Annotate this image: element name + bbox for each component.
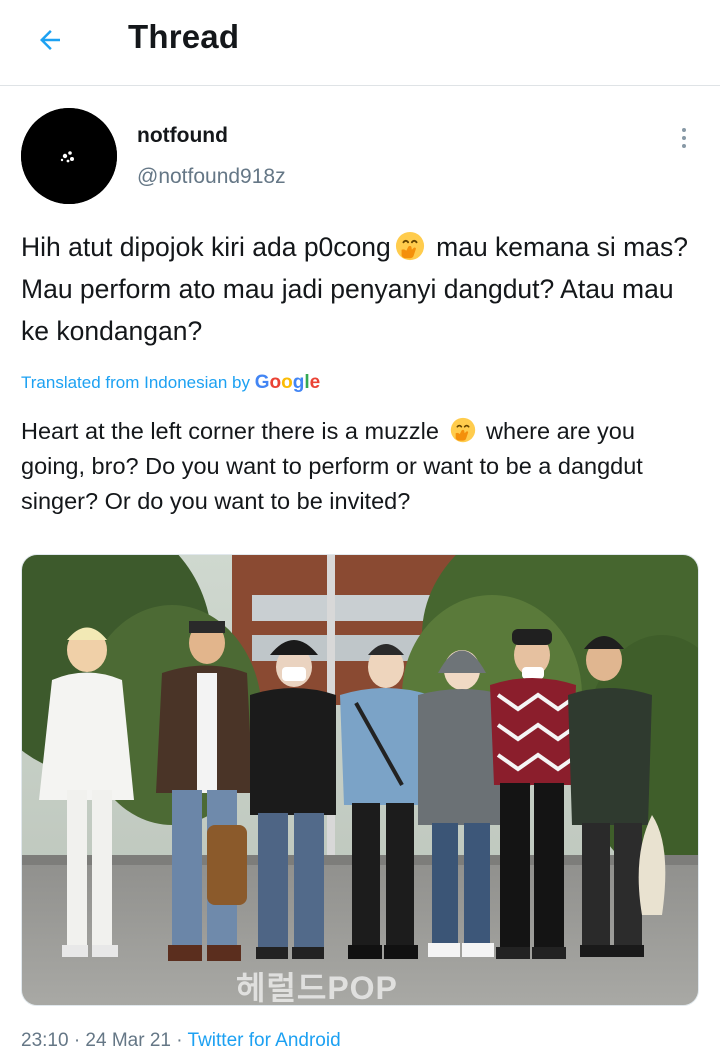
vertical-dots-icon (682, 128, 686, 132)
hand-over-mouth-emoji-icon (450, 417, 475, 443)
tweet-text: Hih atut dipojok kiri ada p0cong mau kem… (21, 226, 701, 352)
more-options-button[interactable] (668, 120, 700, 156)
tweet-source-link[interactable]: Twitter for Android (188, 1030, 341, 1046)
hand-over-mouth-emoji-icon (395, 231, 424, 261)
arrow-left-icon (40, 30, 60, 50)
tweet-meta: 23:10 · 24 Mar 21 · Twitter for Android (21, 1030, 341, 1046)
top-bar: Thread (0, 0, 720, 86)
page-title: Thread (128, 18, 240, 55)
back-button[interactable] (30, 20, 70, 60)
tweet-timestamp: 23:10 · 24 Mar 21 · (21, 1030, 188, 1046)
group-photo-illustration (22, 555, 698, 1005)
author-display-name[interactable]: notfound (137, 124, 228, 148)
tweet-text-part-1: Hih atut dipojok kiri ada p0cong (21, 232, 391, 262)
author-handle[interactable]: @notfound918z (137, 165, 286, 189)
avatar-logo-icon (21, 108, 117, 204)
translated-text-part-1: Heart at the left corner there is a muzz… (21, 418, 446, 444)
google-logo: Google (254, 372, 321, 393)
photo-watermark: 헤럴드POP (236, 970, 398, 1006)
avatar[interactable] (21, 108, 117, 204)
translated-text: Heart at the left corner there is a muzz… (21, 414, 701, 519)
translation-label: Translated from Indonesian by (21, 373, 255, 392)
translation-attribution: Translated from Indonesian by Google (21, 372, 320, 394)
tweet-photo[interactable]: 헤럴드POP (21, 554, 699, 1006)
